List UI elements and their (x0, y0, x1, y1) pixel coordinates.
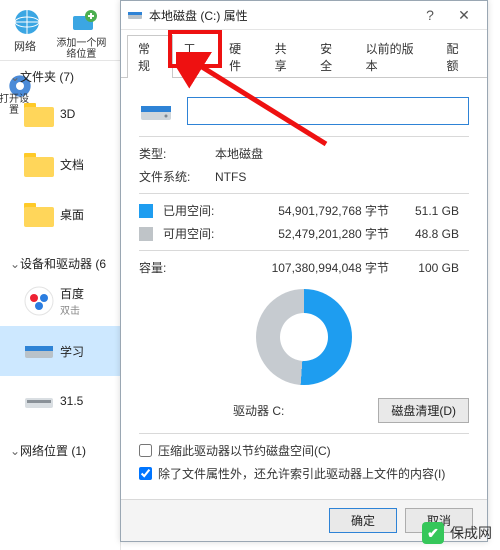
globe-icon (11, 6, 43, 38)
chevron-down-icon: ⌄ (10, 257, 20, 271)
index-checkbox[interactable] (139, 467, 152, 480)
tab-security[interactable]: 安全 (309, 35, 355, 78)
help-button[interactable]: ? (413, 4, 447, 26)
tab-tools[interactable]: 工具 (173, 35, 219, 78)
free-swatch-icon (139, 227, 153, 241)
volume-name-input[interactable] (187, 97, 469, 125)
folder-desktop-icon (22, 197, 56, 231)
folder-icon (22, 97, 56, 131)
tree-header-folders[interactable]: ⌄文件夹 (7) (0, 60, 120, 89)
fs-label: 文件系统: (139, 168, 215, 185)
titlebar[interactable]: 本地磁盘 (C:) 属性 ? ✕ (121, 1, 487, 30)
used-label: 已用空间: (163, 202, 229, 219)
fs-value: NTFS (215, 170, 246, 184)
type-value: 本地磁盘 (215, 145, 263, 162)
watermark: ✔ 保成网 (422, 522, 492, 544)
tree-header-devices[interactable]: ⌄设备和驱动器 (6 (0, 247, 120, 276)
tree-header-label: 设备和驱动器 (6 (20, 257, 106, 271)
properties-dialog: 本地磁盘 (C:) 属性 ? ✕ 常规 工具 硬件 共享 安全 以前的版本 配额… (120, 0, 488, 542)
drive-letter-label: 驱动器 C: (139, 402, 378, 419)
donut-icon (256, 289, 352, 385)
free-label: 可用空间: (163, 225, 229, 242)
tree-item-desktop[interactable]: 桌面 (0, 189, 120, 239)
used-human: 51.1 GB (389, 204, 459, 218)
tab-strip: 常规 工具 硬件 共享 安全 以前的版本 配额 (121, 30, 487, 78)
cap-human: 100 GB (389, 261, 459, 275)
explorer-ribbon: 网络 添加一个网络位置 打开设置 (0, 0, 120, 61)
disk-cleanup-button[interactable]: 磁盘清理(D) (378, 398, 469, 423)
shield-icon: ✔ (422, 522, 444, 544)
type-label: 类型: (139, 145, 215, 162)
used-bytes: 54,901,792,768 字节 (229, 202, 389, 219)
tab-sharing[interactable]: 共享 (264, 35, 310, 78)
tree-header-label: 文件夹 (7) (20, 70, 74, 84)
tree-item-study[interactable]: 学习 (0, 326, 120, 376)
watermark-text: 保成网 (450, 523, 492, 543)
ribbon-btn-add-network[interactable]: 添加一个网络位置 (53, 2, 109, 60)
tree-item-label: 文档 (60, 156, 84, 173)
chevron-down-icon: ⌄ (10, 444, 20, 458)
compress-label: 压缩此驱动器以节约磁盘空间(C) (158, 442, 331, 459)
drive-large-icon (139, 94, 173, 128)
free-bytes: 52,479,201,280 字节 (229, 225, 389, 242)
tab-hardware[interactable]: 硬件 (218, 35, 264, 78)
tab-previous[interactable]: 以前的版本 (355, 35, 436, 78)
ribbon-btn-network[interactable]: 网络 (0, 2, 50, 54)
drive-c-icon (22, 384, 56, 418)
close-button[interactable]: ✕ (447, 4, 481, 26)
tree-header-label: 网络位置 (1) (20, 444, 86, 458)
tab-quota[interactable]: 配额 (435, 35, 481, 78)
chevron-down-icon: ⌄ (10, 70, 20, 84)
ok-button[interactable]: 确定 (329, 508, 397, 533)
drive-icon (22, 334, 56, 368)
cap-bytes: 107,380,994,048 字节 (229, 259, 389, 276)
divider (139, 433, 469, 434)
tree-item-docs[interactable]: 文档 (0, 139, 120, 189)
tree-header-network[interactable]: ⌄网络位置 (1) (0, 434, 120, 463)
ribbon-label: 添加一个网络位置 (53, 38, 109, 60)
used-swatch-icon (139, 204, 153, 218)
compress-checkbox-row[interactable]: 压缩此驱动器以节约磁盘空间(C) (139, 442, 469, 459)
tree-item-drive-c[interactable]: 31.5 (0, 376, 120, 426)
tree-item-baidu[interactable]: 百度双击 (0, 276, 120, 326)
ribbon-label: 网络 (0, 38, 50, 54)
divider (139, 193, 469, 194)
cap-label: 容量: (139, 259, 229, 276)
drive-icon (127, 7, 143, 23)
dialog-title: 本地磁盘 (C:) 属性 (149, 7, 413, 24)
divider (139, 250, 469, 251)
tree-item-label: 桌面 (60, 206, 84, 223)
general-pane: 类型:本地磁盘 文件系统:NTFS 已用空间: 54,901,792,768 字… (121, 78, 487, 496)
baidu-icon (22, 284, 56, 318)
compress-checkbox[interactable] (139, 444, 152, 457)
tab-general[interactable]: 常规 (127, 35, 173, 78)
folder-doc-icon (22, 147, 56, 181)
index-label: 除了文件属性外，还允许索引此驱动器上文件的内容(I) (158, 465, 445, 482)
usage-chart (139, 282, 469, 392)
free-human: 48.8 GB (389, 227, 459, 241)
explorer-sidebar: ⌄文件夹 (7) 3D 文档 桌面 ⌄设备和驱动器 (6 百度双击 学习 31.… (0, 60, 121, 550)
index-checkbox-row[interactable]: 除了文件属性外，还允许索引此驱动器上文件的内容(I) (139, 465, 469, 482)
add-network-icon (67, 6, 99, 38)
tree-item-label: 百度双击 (60, 285, 84, 317)
divider (139, 136, 469, 137)
tree-item-label: 31.5 (60, 394, 83, 408)
tree-item-3d[interactable]: 3D (0, 89, 120, 139)
tree-item-label: 3D (60, 107, 75, 121)
tree-item-label: 学习 (60, 343, 84, 360)
